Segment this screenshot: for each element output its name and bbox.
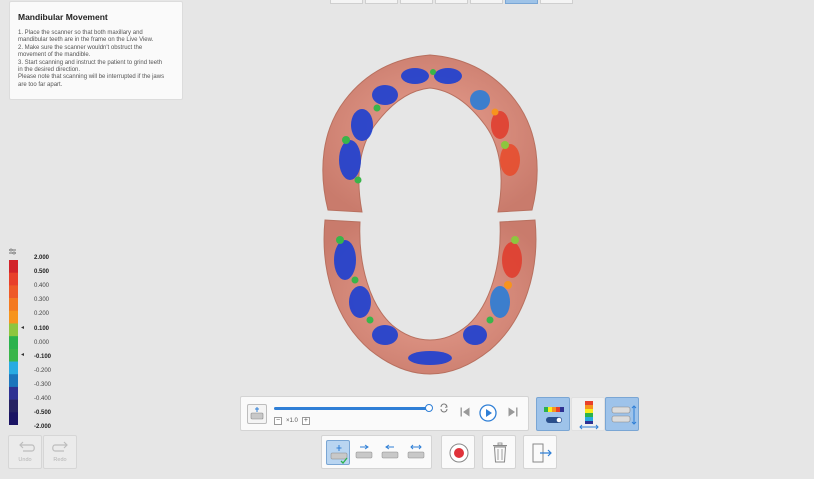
scale-segment bbox=[9, 374, 18, 388]
top-tab-6[interactable] bbox=[505, 0, 538, 4]
exit-button[interactable] bbox=[523, 435, 557, 469]
color-map-toggle-icon bbox=[544, 407, 564, 423]
jaw-scan-view[interactable] bbox=[300, 40, 560, 380]
loop-icon[interactable] bbox=[439, 403, 449, 413]
scale-label: 0.000 bbox=[34, 339, 50, 346]
trash-icon bbox=[493, 442, 507, 463]
scale-label: 2.000 bbox=[34, 255, 50, 261]
step-right-movement[interactable] bbox=[352, 440, 376, 465]
redo-button[interactable]: Redo bbox=[43, 435, 77, 469]
exit-icon bbox=[532, 443, 552, 463]
step-both-movement[interactable] bbox=[404, 440, 428, 465]
scale-label: -2.000 bbox=[34, 424, 52, 431]
redo-label: Redo bbox=[53, 457, 67, 463]
scale-segment bbox=[9, 386, 18, 400]
color-map-toggle-button[interactable] bbox=[536, 397, 570, 431]
scale-label: -0.300 bbox=[34, 381, 52, 388]
scale-segment bbox=[9, 272, 18, 286]
instruction-line: are too far apart. bbox=[18, 81, 63, 88]
scale-settings-icon[interactable] bbox=[8, 247, 17, 256]
top-tab-5[interactable] bbox=[470, 0, 503, 4]
movement-step-group bbox=[321, 435, 432, 469]
scale-segment bbox=[9, 310, 18, 324]
speed-decrease-button[interactable]: − bbox=[274, 417, 282, 425]
speed-value: ×1.0 bbox=[286, 418, 298, 424]
instruction-title: Mandibular Movement bbox=[18, 12, 108, 22]
record-icon bbox=[449, 443, 469, 463]
undo-icon bbox=[19, 441, 35, 452]
progress-track[interactable] bbox=[274, 404, 433, 412]
scan-mode-icon bbox=[250, 407, 264, 420]
instruction-line: mandibular teeth are in the frame on the… bbox=[18, 37, 154, 44]
top-tab-1[interactable] bbox=[330, 0, 363, 4]
top-tab-7[interactable] bbox=[540, 0, 573, 4]
scale-segment bbox=[9, 361, 18, 375]
instruction-line: 2. Make sure the scanner wouldn't obstru… bbox=[18, 44, 143, 51]
scale-segment bbox=[9, 323, 18, 337]
delete-button[interactable] bbox=[482, 435, 516, 469]
forward-scan-icon bbox=[330, 445, 348, 464]
progress-fill bbox=[274, 407, 429, 410]
scale-segment bbox=[9, 298, 18, 312]
scale-marker-lower[interactable]: ◂ bbox=[21, 351, 24, 358]
scale-segment bbox=[9, 412, 18, 425]
playback-bar: − ×1.0 + bbox=[240, 396, 529, 431]
scale-label: -0.500 bbox=[34, 410, 52, 417]
scan-mode-button[interactable] bbox=[247, 404, 267, 424]
scale-label: -0.400 bbox=[34, 396, 52, 402]
scale-label: -0.200 bbox=[34, 367, 52, 374]
undo-button[interactable]: Undo bbox=[8, 435, 42, 469]
top-tab-2[interactable] bbox=[365, 0, 398, 4]
instruction-line: in the desired direction. bbox=[18, 67, 81, 74]
left-movement-icon bbox=[381, 444, 399, 459]
right-movement-icon bbox=[355, 444, 373, 459]
record-button[interactable] bbox=[441, 435, 475, 469]
instruction-line: 1. Place the scanner so that both maxill… bbox=[18, 30, 143, 36]
skip-forward-icon[interactable] bbox=[507, 406, 519, 418]
scale-label: 0.100 bbox=[34, 325, 50, 332]
color-scale-bar bbox=[9, 260, 18, 425]
both-movement-icon bbox=[407, 444, 425, 459]
jaw-view-button[interactable] bbox=[605, 397, 639, 431]
scale-label: 0.500 bbox=[34, 269, 50, 276]
color-scale-icon bbox=[579, 401, 599, 430]
step-forward-scan[interactable] bbox=[326, 440, 350, 465]
instruction-line: Please note that scanning will be interr… bbox=[18, 74, 165, 81]
redo-icon bbox=[52, 441, 68, 452]
scale-segment bbox=[9, 336, 18, 350]
top-tab-strip bbox=[330, 0, 573, 4]
progress-handle[interactable] bbox=[425, 404, 433, 412]
jaw-view-icon bbox=[611, 405, 637, 425]
top-tab-3[interactable] bbox=[400, 0, 433, 4]
instruction-body: 1. Place the scanner so that both maxill… bbox=[18, 30, 174, 89]
instruction-line: 3. Start scanning and instruct the patie… bbox=[18, 59, 163, 66]
scale-segment bbox=[9, 285, 18, 299]
scale-segment bbox=[9, 399, 18, 413]
speed-increase-button[interactable]: + bbox=[301, 417, 310, 425]
color-scale-button[interactable] bbox=[571, 397, 605, 431]
scale-label: 0.200 bbox=[34, 311, 50, 318]
scale-label: 0.300 bbox=[34, 297, 50, 304]
scale-segment bbox=[9, 348, 18, 362]
top-tab-4[interactable] bbox=[435, 0, 468, 4]
scale-label: 0.400 bbox=[34, 283, 50, 290]
skip-back-icon[interactable] bbox=[459, 406, 471, 418]
speed-control: − ×1.0 + bbox=[274, 417, 310, 425]
instruction-line: movement of the mandible. bbox=[18, 52, 91, 59]
instruction-panel: Mandibular Movement 1. Place the scanner… bbox=[9, 1, 183, 100]
scale-label: -0.100 bbox=[34, 353, 52, 360]
undo-label: Undo bbox=[18, 457, 32, 463]
scale-marker-upper[interactable]: ◂ bbox=[21, 324, 24, 331]
play-icon[interactable] bbox=[479, 404, 497, 422]
step-left-movement[interactable] bbox=[378, 440, 402, 465]
scale-segment bbox=[9, 260, 18, 273]
